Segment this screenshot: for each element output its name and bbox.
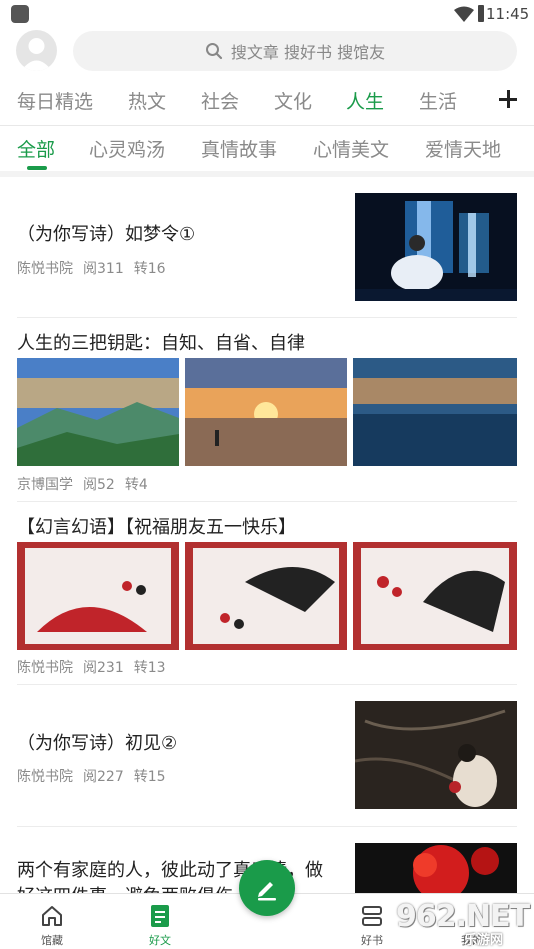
article-shares: 转16 bbox=[133, 261, 166, 277]
category-tab-society[interactable]: 社会 bbox=[201, 87, 239, 114]
home-icon bbox=[42, 906, 62, 926]
nav-label: 好文 bbox=[149, 934, 171, 947]
article-reads: 阅52 bbox=[83, 477, 115, 493]
book-icon bbox=[362, 906, 382, 926]
article-image bbox=[17, 542, 179, 650]
divider bbox=[17, 826, 517, 827]
article-image bbox=[185, 542, 347, 650]
subtab-all[interactable]: 全部 bbox=[17, 135, 55, 162]
article-title: （为你写诗）初见② bbox=[17, 733, 178, 754]
status-time: 11:45 bbox=[486, 5, 530, 23]
article-meta: 陈悦书院 阅227 转15 bbox=[17, 766, 176, 786]
subtab-love[interactable]: 爱情天地 bbox=[425, 135, 501, 162]
article-image bbox=[353, 358, 517, 466]
status-bar: 11:45 bbox=[0, 0, 534, 28]
category-tabs: 每日精选 热文 社会 文化 人生 生活 bbox=[0, 83, 534, 121]
article-reads: 阅311 bbox=[83, 261, 124, 277]
article-image bbox=[185, 358, 347, 466]
article-image bbox=[17, 358, 179, 466]
article-shares: 转13 bbox=[133, 660, 166, 676]
nav-label: 馆藏 bbox=[41, 934, 63, 947]
search-icon bbox=[205, 43, 223, 60]
article-shares: 转15 bbox=[133, 769, 166, 785]
category-tab-culture[interactable]: 文化 bbox=[274, 87, 312, 114]
category-tab-life[interactable]: 人生 bbox=[346, 87, 384, 114]
watermark-subtext: 乐游网 bbox=[464, 933, 504, 948]
article-reads: 阅231 bbox=[83, 660, 124, 676]
article-source: 京博国学 bbox=[17, 477, 73, 493]
article-title: 【幻言幻语】【祝福朋友五一快乐】 bbox=[17, 517, 296, 538]
search-bar[interactable]: 搜文章 搜好书 搜馆友 bbox=[73, 31, 517, 71]
category-tab-daily[interactable]: 每日精选 bbox=[17, 87, 93, 114]
article-source: 陈悦书院 bbox=[17, 769, 73, 785]
article-meta: 陈悦书院 阅231 转13 bbox=[17, 657, 176, 677]
watermark-logo: 962.NET 乐游网 bbox=[392, 895, 532, 948]
article-image bbox=[353, 542, 517, 650]
subcategory-tabs: 全部 心灵鸡汤 真情故事 心情美文 爱情天地 bbox=[0, 130, 534, 170]
article-source: 陈悦书院 bbox=[17, 261, 73, 277]
wifi-icon bbox=[454, 6, 474, 22]
watermark-text: 962.NET bbox=[396, 899, 530, 934]
add-category-icon[interactable] bbox=[498, 89, 518, 109]
avatar[interactable] bbox=[16, 30, 57, 71]
section-gap bbox=[0, 171, 534, 177]
article-shares: 转4 bbox=[124, 477, 148, 493]
article-title: （为你写诗）如梦令① bbox=[17, 224, 196, 245]
subtab-mood-essay[interactable]: 心情美文 bbox=[313, 135, 389, 162]
article-meta: 京博国学 阅52 转4 bbox=[17, 474, 158, 494]
article-title: 人生的三把钥匙：自知、自省、自律 bbox=[17, 333, 305, 354]
subtab-indicator bbox=[27, 166, 47, 170]
divider bbox=[0, 125, 534, 126]
nav-collection[interactable]: 馆藏 bbox=[22, 894, 82, 949]
notification-icon bbox=[11, 5, 29, 23]
battery-icon bbox=[478, 5, 484, 22]
category-tab-hot[interactable]: 热文 bbox=[128, 87, 166, 114]
write-button[interactable] bbox=[239, 860, 295, 916]
divider bbox=[17, 684, 517, 685]
nav-articles[interactable]: 好文 bbox=[130, 894, 190, 949]
user-avatar-icon bbox=[21, 38, 52, 71]
article-icon bbox=[151, 905, 169, 927]
subtab-true-story[interactable]: 真情故事 bbox=[201, 135, 277, 162]
article-source: 陈悦书院 bbox=[17, 660, 73, 676]
search-placeholder: 搜文章 搜好书 搜馆友 bbox=[230, 43, 386, 62]
divider bbox=[17, 501, 517, 502]
divider bbox=[17, 317, 517, 318]
article-reads: 阅227 bbox=[83, 769, 124, 785]
article-thumbnail bbox=[355, 843, 517, 895]
subtab-soul-soup[interactable]: 心灵鸡汤 bbox=[89, 135, 165, 162]
article-thumbnail bbox=[355, 701, 517, 809]
article-thumbnail bbox=[355, 193, 517, 301]
category-tab-living[interactable]: 生活 bbox=[419, 87, 457, 114]
pen-icon bbox=[258, 882, 276, 901]
article-meta: 陈悦书院 阅311 转16 bbox=[17, 258, 176, 278]
